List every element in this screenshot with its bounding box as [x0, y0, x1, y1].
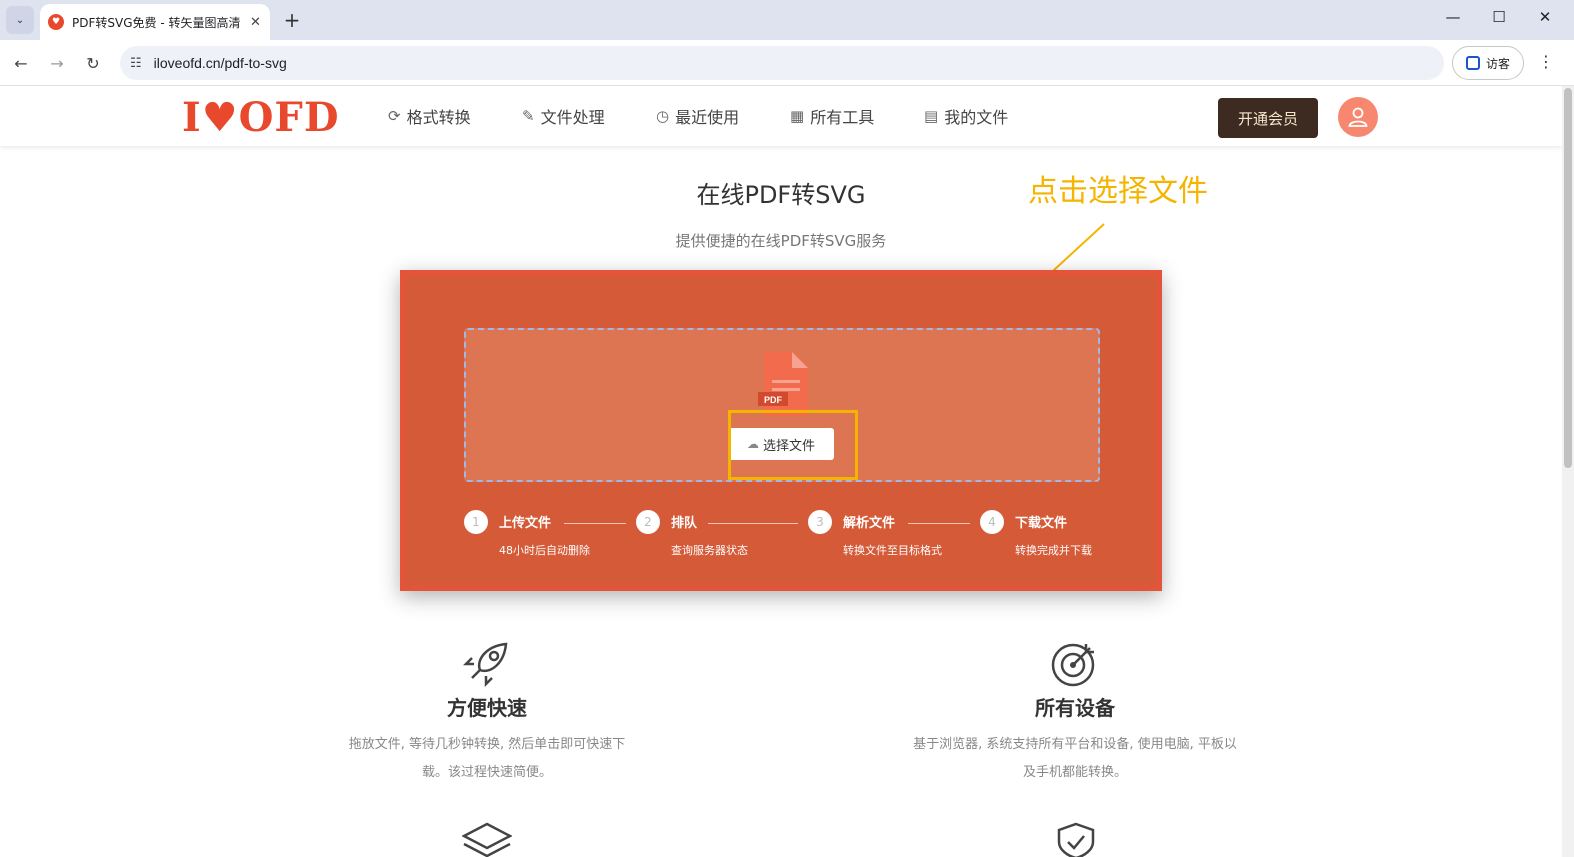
step-desc: 48小时后自动删除: [499, 544, 590, 557]
annotation-callout: 点击选择文件: [1028, 174, 1208, 209]
browser-tab-bar: ⌄ ♥ PDF转SVG免费 - 转矢量图高清 ✕ + — ☐ ✕: [0, 0, 1574, 40]
shield-check-icon: [1057, 822, 1095, 857]
feature-title: 方便快速: [447, 696, 527, 720]
feature-desc: 拖放文件, 等待几秒钟转换, 然后单击即可快速下载。该过程快速简便。: [348, 737, 626, 780]
step-title: 上传文件: [499, 516, 552, 531]
site-logo[interactable]: I♥OFD: [182, 94, 340, 141]
user-icon: [1348, 107, 1368, 127]
site-favicon-icon: ♥: [48, 14, 64, 30]
step-connector: [708, 523, 798, 524]
new-tab-button[interactable]: +: [280, 8, 304, 32]
nav-all-tools[interactable]: ▦ 所有工具: [790, 104, 874, 128]
tab-title: PDF转SVG免费 - 转矢量图高清: [72, 15, 241, 30]
profile-icon: [1465, 56, 1480, 70]
step-number: 2: [636, 510, 660, 534]
forward-button[interactable]: →: [44, 50, 70, 76]
recent-icon: ◷: [656, 107, 670, 125]
upload-panel: PDF ☁ 选择文件 1 上传文件 48小时后自动删除 2 排队 查询服务器状态…: [400, 270, 1162, 591]
scroll-thumb[interactable]: [1564, 88, 1572, 468]
nav-recent[interactable]: ◷ 最近使用: [656, 104, 739, 128]
reload-button[interactable]: ↻: [80, 50, 106, 76]
step-number: 4: [980, 510, 1004, 534]
nav-my-files[interactable]: ▤ 我的文件: [924, 104, 1008, 128]
nav-file-process[interactable]: ✎ 文件处理: [522, 104, 605, 128]
nav-label: 格式转换: [406, 108, 471, 127]
back-button[interactable]: ←: [8, 50, 34, 76]
nav-label: 文件处理: [540, 108, 605, 127]
nav-format-convert[interactable]: ⟳ 格式转换: [388, 104, 471, 128]
step-connector: [908, 523, 970, 524]
step-title: 下载文件: [1015, 516, 1068, 531]
annotation-highlight-box: [728, 410, 858, 480]
close-window-button[interactable]: ✕: [1530, 8, 1560, 26]
feature-title: 所有设备: [1035, 696, 1115, 720]
convert-icon: ⟳: [388, 107, 401, 125]
step-title: 解析文件: [843, 516, 896, 531]
feature-desc: 基于浏览器, 系统支持所有平台和设备, 使用电脑, 平板以及手机都能转换。: [913, 737, 1237, 780]
page-title: 在线PDF转SVG: [696, 181, 866, 209]
my-files-icon: ▤: [924, 107, 939, 125]
site-header: I♥OFD ⟳ 格式转换 ✎ 文件处理 ◷ 最近使用 ▦ 所有工具 ▤ 我的文件…: [0, 86, 1562, 146]
maximize-button[interactable]: ☐: [1484, 8, 1514, 26]
feature-all-devices: 所有设备 基于浏览器, 系统支持所有平台和设备, 使用电脑, 平板以及手机都能转…: [910, 640, 1240, 787]
feature-fast: 方便快速 拖放文件, 等待几秒钟转换, 然后单击即可快速下载。该过程快速简便。: [322, 640, 652, 787]
tools-icon: ▦: [790, 107, 805, 125]
tab-search-button[interactable]: ⌄: [6, 6, 34, 34]
target-icon: [1051, 643, 1095, 687]
guest-label: 访客: [1485, 56, 1510, 71]
step-desc: 转换文件至目标格式: [843, 544, 942, 557]
step-title: 排队: [671, 516, 698, 531]
nav-label: 我的文件: [944, 108, 1009, 127]
rocket-icon: [462, 642, 508, 688]
layers-icon: [462, 822, 512, 857]
step-desc: 转换完成并下载: [1015, 544, 1092, 557]
page-scrollbar[interactable]: [1562, 86, 1574, 857]
nav-label: 最近使用: [675, 108, 740, 127]
step-desc: 查询服务器状态: [671, 544, 748, 557]
file-process-icon: ✎: [522, 107, 535, 125]
browser-menu-icon[interactable]: ⋮: [1536, 52, 1556, 71]
tab-close-icon[interactable]: ✕: [250, 15, 261, 30]
user-avatar[interactable]: [1338, 97, 1378, 137]
pdf-badge-label: PDF: [764, 395, 783, 405]
step-number: 1: [464, 510, 488, 534]
address-bar[interactable]: ☷ iloveofd.cn/pdf-to-svg: [120, 46, 1444, 80]
step-number: 3: [808, 510, 832, 534]
minimize-button[interactable]: —: [1438, 8, 1468, 26]
nav-label: 所有工具: [810, 108, 875, 127]
browser-tab[interactable]: ♥ PDF转SVG免费 - 转矢量图高清 ✕: [40, 4, 270, 40]
vip-button[interactable]: 开通会员: [1218, 98, 1318, 138]
site-info-icon[interactable]: ☷: [130, 56, 142, 71]
step-connector: [564, 523, 626, 524]
url-text: iloveofd.cn/pdf-to-svg: [153, 55, 287, 71]
guest-profile-button[interactable]: 访客: [1452, 46, 1524, 80]
browser-toolbar: ← → ↻ ☷ iloveofd.cn/pdf-to-svg 访客 ⋮: [0, 40, 1574, 86]
